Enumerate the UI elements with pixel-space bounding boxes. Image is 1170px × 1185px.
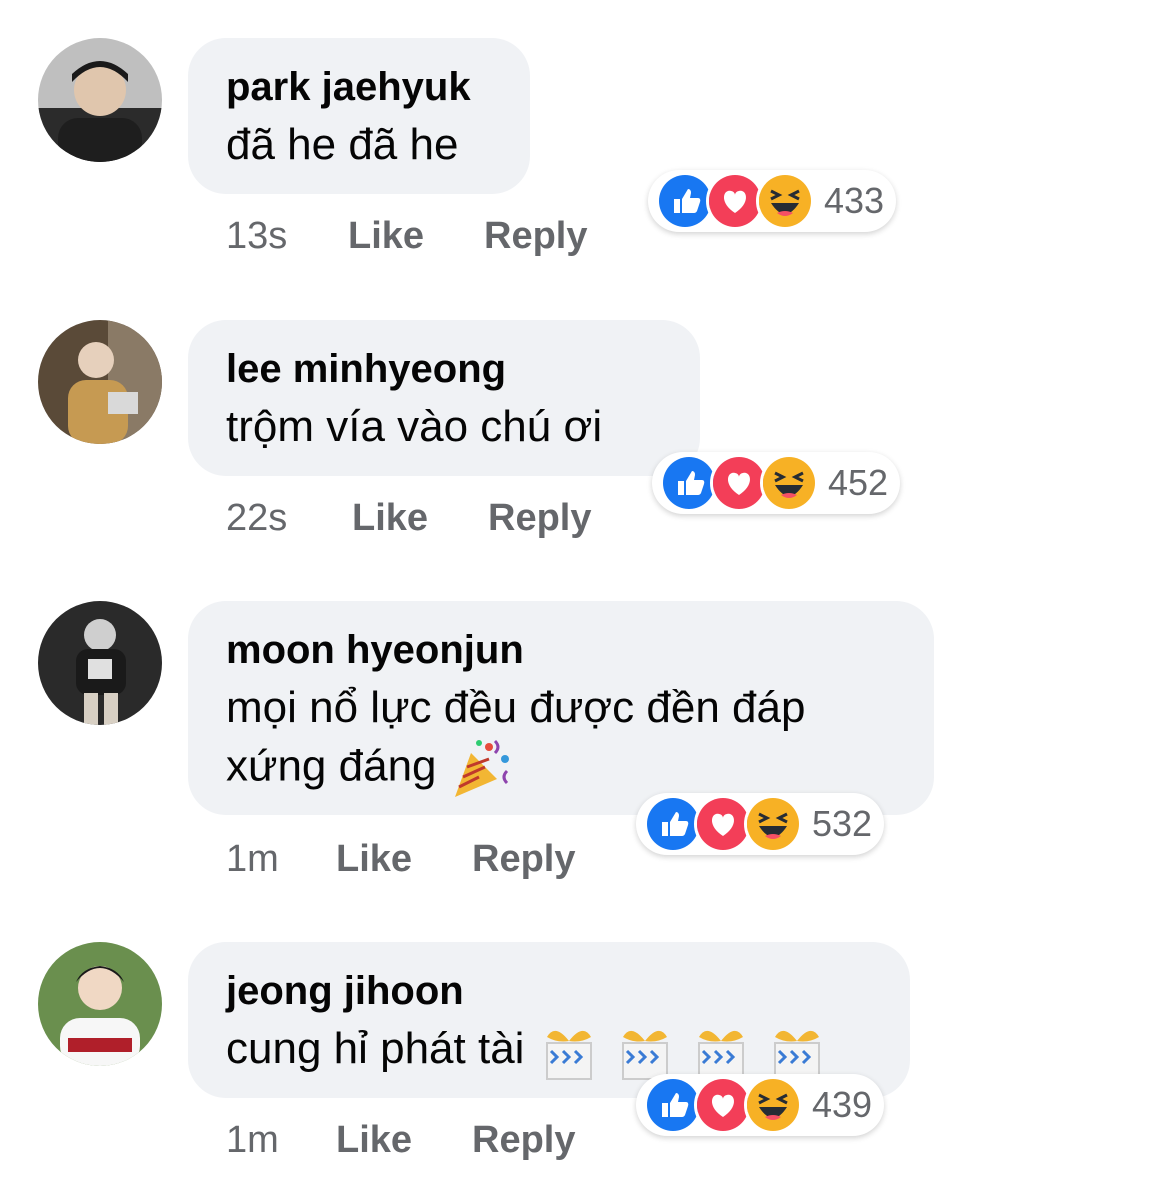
timestamp: 22s [226, 497, 288, 539]
like-button[interactable]: Like [348, 214, 424, 258]
gift-icon [545, 1031, 592, 1081]
like-button[interactable]: Like [336, 1118, 412, 1162]
comment-text: mọi nổ lực đều được đền đáp xứng đáng [226, 679, 896, 801]
comment-text: trộm vía vào chú ơi [226, 402, 603, 451]
reply-button[interactable]: Reply [472, 1118, 575, 1162]
gift-icon [774, 1031, 821, 1081]
reaction-count: 433 [824, 180, 885, 221]
reaction-summary[interactable]: 439 [636, 1074, 884, 1136]
comment-bubble: lee minhyeong trộm vía vào chú ơi [188, 320, 700, 476]
reply-button[interactable]: Reply [484, 214, 587, 258]
avatar[interactable] [38, 601, 162, 725]
like-button[interactable]: Like [352, 496, 428, 540]
author-name[interactable]: park jaehyuk [226, 64, 492, 110]
reply-button[interactable]: Reply [472, 837, 575, 881]
comment-bubble: moon hyeonjun mọi nổ lực đều được đền đá… [188, 601, 934, 815]
comment: lee minhyeong trộm vía vào chú ơi 22s Li… [0, 320, 1170, 602]
gift-icon [698, 1031, 745, 1081]
reaction-summary[interactable]: 532 [636, 793, 884, 855]
timestamp: 13s [226, 215, 288, 257]
reaction-summary[interactable]: 433 [648, 170, 896, 232]
comment-text-segment: xứng đáng [226, 741, 437, 791]
like-button[interactable]: Like [336, 837, 412, 881]
party-popper-icon [454, 739, 509, 797]
gift-icon [621, 1031, 668, 1081]
avatar[interactable] [38, 942, 162, 1066]
comment: moon hyeonjun mọi nổ lực đều được đền đá… [0, 601, 1170, 901]
reaction-count: 439 [812, 1084, 873, 1125]
author-name[interactable]: jeong jihoon [226, 968, 872, 1014]
avatar[interactable] [38, 320, 162, 444]
comment-text-line: mọi nổ lực đều được đền đáp [226, 683, 806, 732]
haha-icon [744, 795, 802, 853]
haha-icon [756, 172, 814, 230]
author-name[interactable]: moon hyeonjun [226, 627, 896, 673]
comment: park jaehyuk đã he đã he 13s Like Reply … [0, 38, 1170, 320]
comment-bubble: park jaehyuk đã he đã he [188, 38, 530, 194]
timestamp: 1m [226, 1119, 279, 1161]
reaction-summary[interactable]: 452 [652, 452, 900, 514]
avatar[interactable] [38, 38, 162, 162]
comment-text: cung hỉ phát tài [226, 1020, 872, 1081]
timestamp: 1m [226, 838, 279, 880]
reply-button[interactable]: Reply [488, 496, 591, 540]
comment-text-line: xứng đáng [226, 737, 896, 801]
comment-text: đã he đã he [226, 120, 459, 169]
haha-icon [744, 1076, 802, 1134]
author-name[interactable]: lee minhyeong [226, 346, 662, 392]
haha-icon [760, 454, 818, 512]
reaction-count: 452 [828, 462, 889, 503]
comment-text-segment: cung hỉ phát tài [226, 1024, 525, 1073]
comment: jeong jihoon cung hỉ phát tài 1m Like Re… [0, 942, 1170, 1185]
reaction-count: 532 [812, 803, 873, 844]
